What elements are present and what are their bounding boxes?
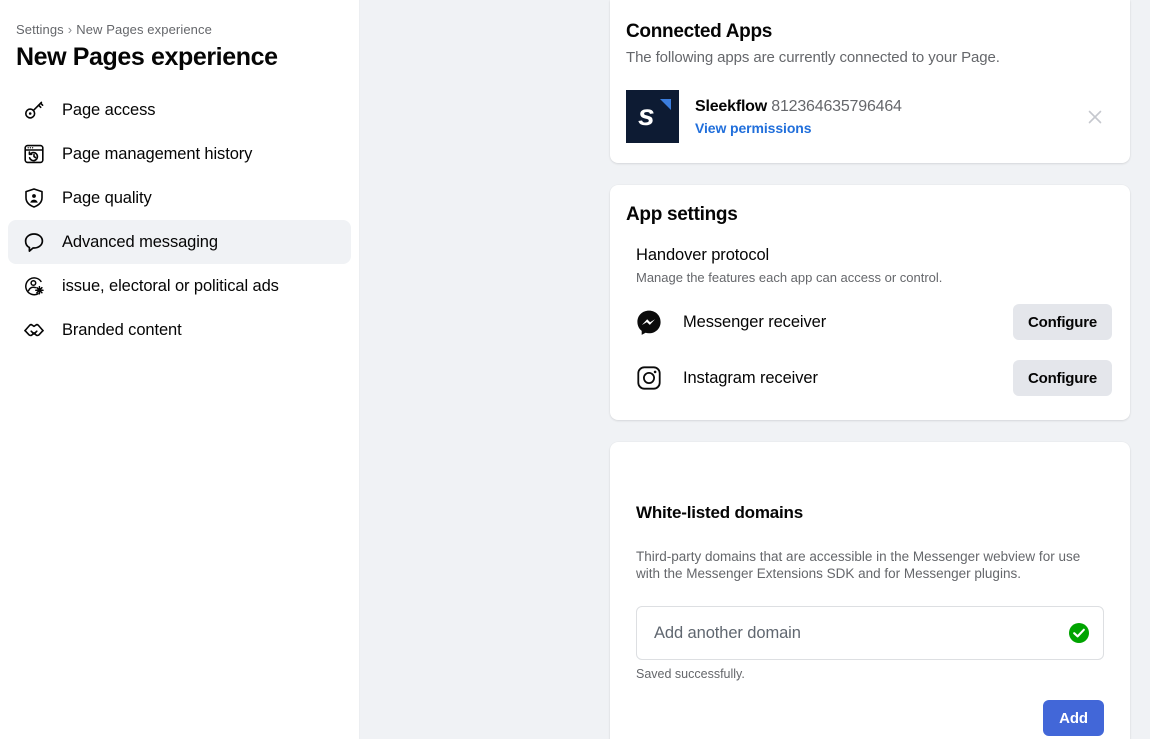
protocol-row-messenger: Messenger receiver Configure — [636, 302, 1112, 342]
key-icon — [22, 98, 46, 122]
domain-input-wrapper — [636, 606, 1104, 660]
app-settings-card: App settings Handover protocol Manage th… — [610, 185, 1130, 420]
sidebar-item-branded-content[interactable]: Branded content — [8, 308, 351, 352]
handover-protocol-description: Manage the features each app can access … — [636, 270, 943, 285]
connected-apps-subtitle: The following apps are currently connect… — [626, 49, 1000, 66]
sidebar-item-label: Page quality — [62, 189, 152, 207]
main-content: Connected Apps The following apps are cu… — [360, 0, 1150, 739]
connected-app-name: Sleekflow — [695, 97, 768, 115]
connected-app-name-line: Sleekflow 812364635796464 — [695, 96, 1084, 117]
configure-instagram-button[interactable]: Configure — [1012, 360, 1112, 396]
breadcrumb-root[interactable]: Settings — [16, 22, 64, 37]
save-status-text: Saved successfully. — [636, 667, 745, 681]
sidebar-item-label: issue, electoral or political ads — [62, 277, 279, 295]
protocol-row-instagram: Instagram receiver Configure — [636, 358, 1112, 398]
domain-actions: Add — [636, 700, 1104, 736]
sidebar-item-label: Page management history — [62, 145, 253, 163]
breadcrumb-separator-icon: › — [67, 22, 73, 37]
connected-app-row: s Sleekflow 812364635796464 View permiss… — [626, 90, 1112, 143]
sidebar-item-label: Page access — [62, 101, 156, 119]
history-window-icon — [22, 142, 46, 166]
handshake-icon — [22, 318, 46, 342]
sleekflow-logo-letter: s — [638, 99, 655, 132]
sleekflow-logo: s — [626, 90, 679, 143]
connected-apps-card: Connected Apps The following apps are cu… — [610, 0, 1130, 163]
close-icon[interactable] — [1084, 106, 1106, 128]
protocol-label: Messenger receiver — [683, 312, 827, 331]
sidebar-item-page-access[interactable]: Page access — [8, 88, 351, 132]
shield-person-icon — [22, 186, 46, 210]
connected-app-id: 812364635796464 — [771, 97, 902, 115]
sidebar-item-label: Branded content — [62, 321, 182, 339]
sidebar-item-label: Advanced messaging — [62, 233, 218, 251]
cards-column: Connected Apps The following apps are cu… — [610, 0, 1130, 739]
protocol-label: Instagram receiver — [683, 368, 818, 387]
handover-protocol-title: Handover protocol — [636, 246, 770, 264]
domain-input[interactable] — [636, 606, 1104, 660]
sidebar-item-page-management-history[interactable]: Page management history — [8, 132, 351, 176]
sleekflow-logo-triangle — [660, 99, 671, 110]
instagram-icon — [636, 365, 662, 391]
page-title: New Pages experience — [16, 43, 278, 71]
app-settings-title: App settings — [626, 204, 738, 225]
sidebar-item-issue-electoral-political-ads[interactable]: issue, electoral or political ads — [8, 264, 351, 308]
sidebar-item-advanced-messaging[interactable]: Advanced messaging — [8, 220, 351, 264]
person-gear-icon — [22, 274, 46, 298]
connected-apps-title: Connected Apps — [626, 21, 773, 42]
whitelisted-domains-title: White-listed domains — [636, 503, 803, 522]
view-permissions-link[interactable]: View permissions — [695, 119, 812, 138]
messenger-icon — [636, 309, 662, 335]
breadcrumb: Settings › New Pages experience — [0, 0, 359, 38]
breadcrumb-current: New Pages experience — [76, 22, 212, 37]
connected-app-meta: Sleekflow 812364635796464 View permissio… — [695, 96, 1084, 138]
configure-messenger-button[interactable]: Configure — [1012, 304, 1112, 340]
sidebar-nav: Page access Page management history Page… — [0, 88, 359, 352]
app-root: Settings › New Pages experience New Pages … — [0, 0, 1150, 739]
sidebar-item-page-quality[interactable]: Page quality — [8, 176, 351, 220]
whitelisted-domains-description: Third-party domains that are accessible … — [636, 549, 1081, 581]
settings-sidebar: Settings › New Pages experience New Pages … — [0, 0, 360, 739]
speech-bubble-icon — [22, 230, 46, 254]
add-domain-button[interactable]: Add — [1043, 700, 1104, 736]
check-circle-icon — [1068, 622, 1090, 644]
whitelisted-domains-card: White-listed domains Third-party domains… — [610, 442, 1130, 739]
